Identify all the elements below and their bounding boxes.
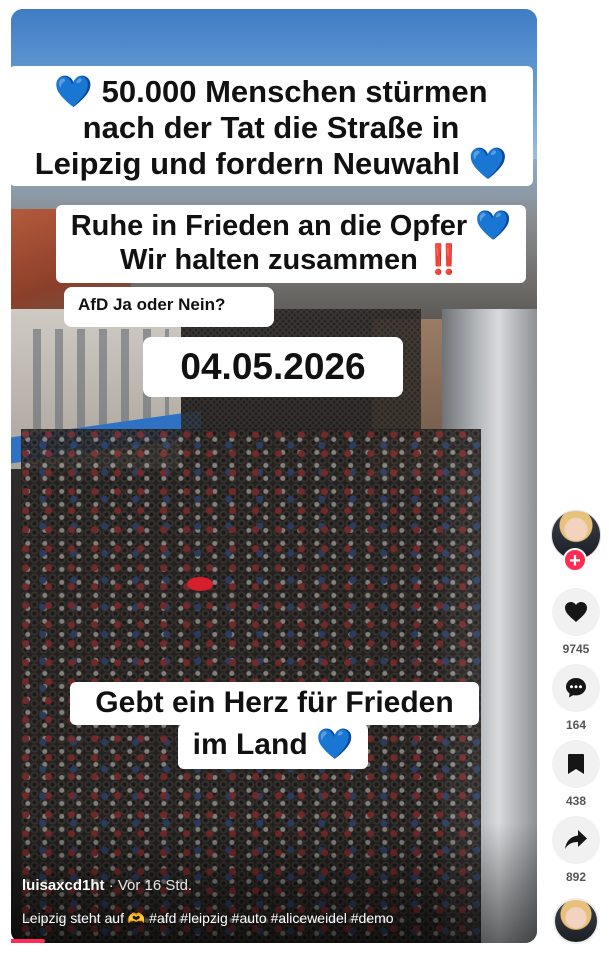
caption-line-5: Wir halten zusammen — [119, 243, 418, 276]
caption-mourning: Ruhe in Frieden an die Opfer 💙 Wir halte… — [56, 205, 526, 284]
blue-heart-icon: 💙 — [475, 210, 512, 242]
sound-avatar[interactable] — [553, 898, 599, 944]
blue-heart-icon: 💙 — [54, 74, 94, 109]
caption-headline: 💙 50.000 Menschen stürmen nach der Tat d… — [9, 66, 533, 186]
double-exclamation-icon: ‼️ — [425, 243, 463, 276]
author-name[interactable]: luisaxcd1ht — [22, 877, 105, 894]
share-button[interactable] — [552, 816, 600, 864]
follow-plus-icon[interactable]: + — [563, 548, 587, 572]
like-button[interactable] — [552, 588, 600, 636]
author-line[interactable]: luisaxcd1ht · Vor 16 Std. — [22, 877, 192, 894]
video-description[interactable]: Leipzig steht auf 🫶 #afd #leipzig #auto … — [22, 910, 522, 927]
video-progress-bar[interactable] — [11, 939, 45, 943]
share-arrow-icon — [565, 830, 587, 849]
save-count: 438 — [565, 794, 587, 808]
caption-question: AfD Ja oder Nein? — [64, 287, 274, 327]
caption-line-2: nach der Tat die Straße in — [82, 109, 460, 145]
like-count: 9745 — [562, 642, 590, 656]
save-button[interactable] — [552, 740, 600, 788]
bookmark-icon — [568, 754, 584, 774]
heart-icon — [565, 602, 587, 622]
share-count: 892 — [565, 870, 587, 884]
red-umbrella — [187, 577, 213, 591]
separator: · — [108, 877, 114, 894]
post-time: Vor 16 Std. — [117, 877, 193, 894]
creator-avatar-wrap[interactable]: + — [551, 510, 601, 576]
caption-date: 04.05.2026 — [143, 337, 403, 397]
comment-icon — [566, 678, 586, 698]
caption-line-4: Ruhe in Frieden an die Opfer — [70, 210, 468, 242]
blue-heart-icon: 💙 — [468, 145, 508, 181]
comment-button[interactable] — [552, 664, 600, 712]
caption-bottom-line-1: Gebt ein Herz für Frieden — [70, 682, 479, 725]
action-rail: + 9745 164 438 892 — [551, 510, 601, 892]
caption-line-3: Leipzig und fordern Neuwahl — [34, 145, 461, 181]
caption-line-1: 50.000 Menschen stürmen — [101, 74, 488, 109]
blue-heart-icon: 💙 — [316, 728, 354, 761]
comment-count: 164 — [565, 718, 587, 732]
caption-bottom-line-2: im Land 💙 — [178, 724, 368, 769]
